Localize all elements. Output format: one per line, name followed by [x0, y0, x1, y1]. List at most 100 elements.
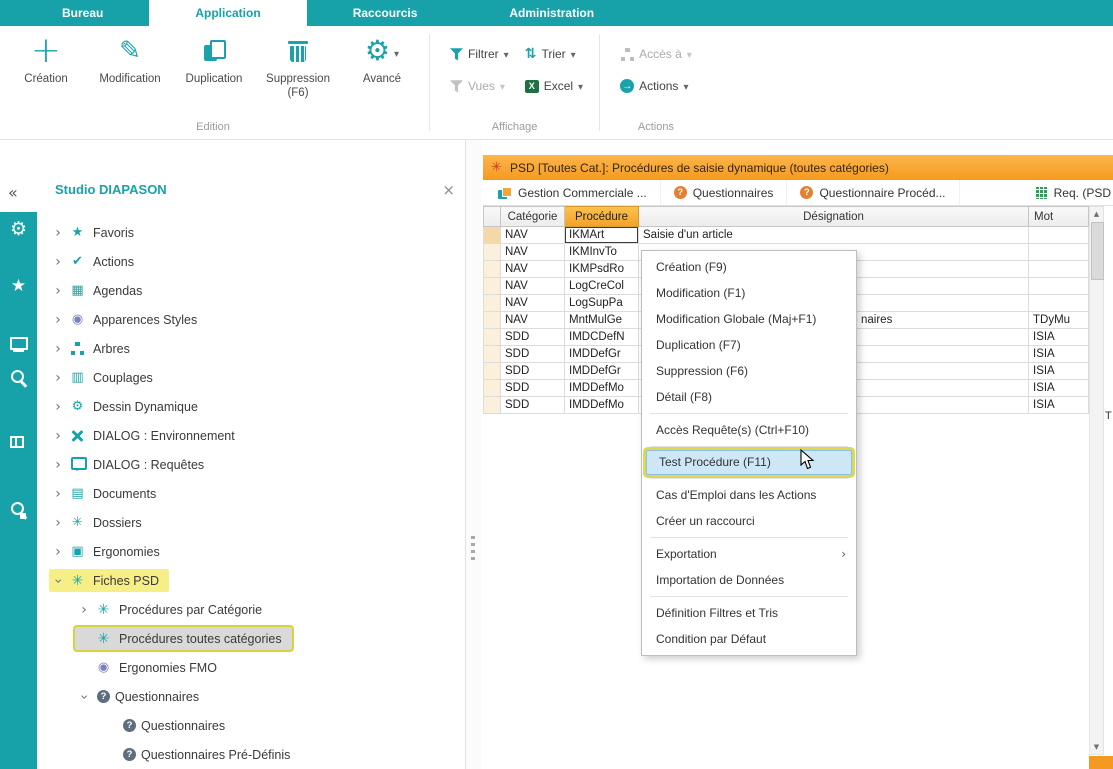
menu-item-modification-globale[interactable]: Modification Globale (Maj+F1)	[644, 306, 854, 332]
tree-item-dossiers[interactable]: Dossiers	[37, 508, 464, 537]
cell-categorie[interactable]: NAV	[501, 295, 565, 312]
cell-procedure[interactable]: IKMInvTo	[565, 244, 639, 261]
tree-item-actions[interactable]: Actions	[37, 247, 464, 276]
tab-application[interactable]: Application	[149, 0, 306, 26]
panel-splitter[interactable]	[466, 140, 481, 769]
tab-raccourcis[interactable]: Raccourcis	[307, 0, 464, 26]
row-selector[interactable]	[483, 329, 501, 346]
scrollbar-thumb[interactable]	[1091, 222, 1104, 280]
cell-categorie[interactable]: NAV	[501, 227, 565, 244]
column-header-mot[interactable]: Mot	[1029, 206, 1089, 227]
chevron-right-icon[interactable]	[49, 458, 67, 472]
cell-procedure[interactable]: LogCreCol	[565, 278, 639, 295]
tree-item-questionnaires-pre-definis[interactable]: Questionnaires Pré-Définis	[37, 740, 464, 769]
row-selector[interactable]	[483, 278, 501, 295]
search-plus-icon[interactable]	[0, 500, 37, 522]
tree-item-questionnaires[interactable]: Questionnaires	[37, 682, 464, 711]
trier-button[interactable]: Trier	[520, 42, 581, 66]
vertical-scrollbar[interactable]	[1089, 206, 1104, 755]
panels-icon[interactable]	[0, 434, 37, 454]
tree-item-documents[interactable]: Documents	[37, 479, 464, 508]
chevron-right-icon[interactable]	[49, 342, 67, 356]
search-icon[interactable]	[0, 368, 37, 390]
cell-mot[interactable]	[1029, 278, 1089, 295]
avance-button[interactable]: Avancé	[340, 30, 424, 121]
cell-categorie[interactable]: SDD	[501, 329, 565, 346]
menu-item-acces-requetes[interactable]: Accès Requête(s) (Ctrl+F10)	[644, 417, 854, 443]
scroll-down-icon[interactable]	[1090, 740, 1103, 754]
cell-procedure[interactable]: IMDDefMo	[565, 380, 639, 397]
creation-button[interactable]: Création	[4, 30, 88, 121]
cell-mot[interactable]	[1029, 227, 1089, 244]
chevron-right-icon[interactable]	[49, 429, 67, 443]
menu-item-condition-defaut[interactable]: Condition par Défaut	[644, 626, 854, 652]
chevron-right-icon[interactable]	[49, 400, 67, 414]
duplication-button[interactable]: Duplication	[172, 30, 256, 121]
chevron-down-icon[interactable]	[49, 574, 67, 588]
tree-item-arbres[interactable]: Arbres	[37, 334, 464, 363]
cell-mot[interactable]: ISIA	[1029, 329, 1089, 346]
chevron-right-icon[interactable]	[49, 255, 67, 269]
tab-questionnaires[interactable]: Questionnaires	[661, 180, 788, 205]
cell-procedure[interactable]: IKMPsdRo	[565, 261, 639, 278]
tab-administration[interactable]: Administration	[463, 0, 640, 26]
chevron-right-icon[interactable]	[49, 487, 67, 501]
tab-req-psd[interactable]: Req. (PSD	[1022, 180, 1113, 205]
suppression-button[interactable]: Suppression (F6)	[256, 30, 340, 121]
row-selector[interactable]	[483, 363, 501, 380]
splitter-handle-icon[interactable]	[471, 536, 475, 560]
tree-item-dessin-dynamique[interactable]: Dessin Dynamique	[37, 392, 464, 421]
cell-mot[interactable]	[1029, 244, 1089, 261]
tree-item-questionnaires-2[interactable]: Questionnaires	[37, 711, 464, 740]
menu-item-test-procedure[interactable]: Test Procédure (F11)	[646, 450, 852, 475]
column-header-designation[interactable]: Désignation	[639, 206, 1029, 227]
settings-icon[interactable]	[0, 218, 37, 240]
chevron-right-icon[interactable]	[49, 371, 67, 385]
excel-button[interactable]: Excel	[520, 74, 588, 98]
cell-categorie[interactable]: NAV	[501, 244, 565, 261]
cell-categorie[interactable]: SDD	[501, 380, 565, 397]
cell-mot[interactable]	[1029, 295, 1089, 312]
scroll-up-icon[interactable]	[1090, 207, 1103, 221]
cell-mot[interactable]: ISIA	[1029, 346, 1089, 363]
cell-mot[interactable]	[1029, 261, 1089, 278]
modification-button[interactable]: Modification	[88, 30, 172, 121]
tree-item-couplages[interactable]: Couplages	[37, 363, 464, 392]
actions-button[interactable]: Actions	[615, 74, 697, 98]
menu-item-definition-filtres[interactable]: Définition Filtres et Tris	[644, 600, 854, 626]
menu-item-suppression[interactable]: Suppression (F6)	[644, 358, 854, 384]
menu-item-importation[interactable]: Importation de Données	[644, 567, 854, 593]
tree-item-dialog-environnement[interactable]: DIALOG : Environnement	[37, 421, 464, 450]
row-selector[interactable]	[483, 397, 501, 414]
tree-item-favoris[interactable]: Favoris	[37, 218, 464, 247]
menu-item-exportation[interactable]: Exportation	[644, 541, 854, 567]
tree-item-ergonomies[interactable]: Ergonomies	[37, 537, 464, 566]
acces-a-button[interactable]: Accès à	[615, 42, 697, 66]
column-header-categorie[interactable]: Catégorie	[501, 206, 565, 227]
row-selector[interactable]	[483, 346, 501, 363]
menu-item-cas-demploi[interactable]: Cas d'Emploi dans les Actions	[644, 482, 854, 508]
row-selector[interactable]	[483, 261, 501, 278]
tab-gestion-commerciale[interactable]: Gestion Commerciale ...	[485, 180, 661, 205]
chevron-right-icon[interactable]	[49, 226, 67, 240]
tab-bureau[interactable]: Bureau	[16, 0, 149, 26]
tab-questionnaire-proced[interactable]: Questionnaire Procéd...	[787, 180, 959, 205]
row-selector[interactable]	[483, 227, 501, 244]
cell-procedure[interactable]: IMDDefGr	[565, 363, 639, 380]
tree-item-apparences-styles[interactable]: Apparences Styles	[37, 305, 464, 334]
cell-categorie[interactable]: NAV	[501, 278, 565, 295]
chevron-down-icon[interactable]	[75, 690, 93, 704]
favorites-icon[interactable]	[0, 276, 37, 296]
cell-categorie[interactable]: NAV	[501, 312, 565, 329]
cell-mot[interactable]: TDyMu	[1029, 312, 1089, 329]
row-selector[interactable]	[483, 312, 501, 329]
cell-categorie[interactable]: SDD	[501, 363, 565, 380]
tree-item-dialog-requetes[interactable]: DIALOG : Requêtes	[37, 450, 464, 479]
row-selector[interactable]	[483, 295, 501, 312]
tree-item-agendas[interactable]: Agendas	[37, 276, 464, 305]
menu-item-creation[interactable]: Création (F9)	[644, 254, 854, 280]
row-selector[interactable]	[483, 244, 501, 261]
collapse-sidebar-button[interactable]	[8, 184, 18, 202]
menu-item-creer-raccourci[interactable]: Créer un raccourci	[644, 508, 854, 534]
row-selector[interactable]	[483, 380, 501, 397]
